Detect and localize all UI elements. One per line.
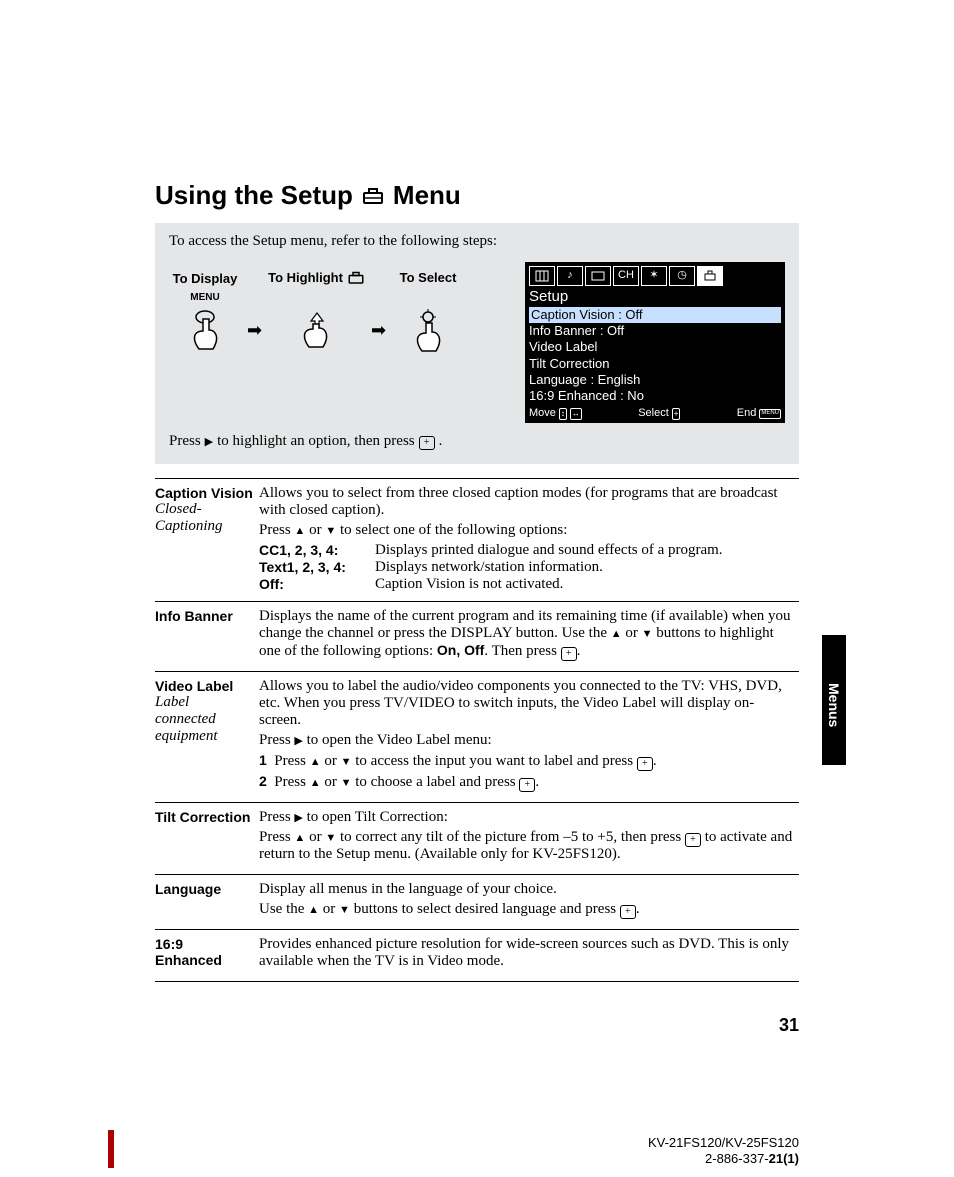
osd-title: Setup (529, 288, 781, 307)
arrow-up-icon: ▲ (310, 756, 321, 768)
row-label: Language (155, 881, 253, 897)
row-tilt-correction: Tilt Correction Press ▶ to open Tilt Cor… (155, 803, 799, 875)
arrow-down-icon: ▶ (205, 435, 213, 448)
press-instruction: Press ▶ to highlight an option, then pre… (169, 433, 785, 450)
footer-model: KV-21FS120/KV-25FS120 (648, 1135, 799, 1151)
row-desc: Allows you to label the audio/video comp… (259, 678, 795, 729)
osd-hint-move: Move↕↔ (529, 407, 582, 421)
osd-tab-icons: ♪ CH ✶ ◷ (529, 266, 781, 286)
row-language: Language Display all menus in the langua… (155, 875, 799, 930)
arrow-down-icon: ▼ (341, 777, 352, 789)
plus-button-icon: + (620, 905, 636, 919)
page-number: 31 (779, 1015, 799, 1036)
osd-preview: ♪ CH ✶ ◷ Setup Caption Vision : Off Info… (525, 262, 785, 423)
step-display-label: To Display (173, 271, 238, 286)
row-instruction: Press ▶ to open the Video Label menu: (259, 732, 795, 749)
hand-press-icon (183, 309, 227, 361)
osd-line-highlighted: Caption Vision : Off (529, 307, 781, 323)
row-desc: Display all menus in the language of you… (259, 881, 795, 898)
step-highlight-label: To Highlight (268, 270, 365, 285)
row-label: Video Label (155, 678, 253, 694)
plus-button-icon: + (685, 833, 701, 847)
step-select-label: To Select (400, 270, 457, 285)
setup-toolbox-icon (361, 187, 385, 205)
row-instruction: Use the ▲ or ▼ buttons to select desired… (259, 901, 795, 918)
osd-icon-timer: ◷ (669, 266, 695, 286)
row-video-label: Video Label Label connected equipment Al… (155, 672, 799, 803)
option-cc: CC1, 2, 3, 4:Displays printed dialogue a… (259, 542, 795, 559)
arrow-up-icon: ▲ (611, 628, 622, 640)
osd-icon-setup (697, 266, 723, 286)
row-info-banner: Info Banner Displays the name of the cur… (155, 602, 799, 672)
row-label: Info Banner (155, 608, 253, 624)
arrow-right-icon: ▶ (294, 812, 302, 824)
osd-icon-video (529, 266, 555, 286)
osd-icon-channel: CH (613, 266, 639, 286)
manual-page: Using the Setup Menu To access the Setup… (0, 0, 954, 1177)
settings-table: Caption Vision Closed-Captioning Allows … (155, 478, 799, 982)
section-tab: Menus (822, 635, 846, 765)
row-label: 16:9 Enhanced (155, 936, 253, 968)
osd-icon-audio: ♪ (557, 266, 583, 286)
osd-hint-end: EndMENU (737, 407, 781, 421)
plus-button-icon: + (519, 778, 535, 792)
title-pre: Using the Setup (155, 180, 353, 211)
red-edge-marker (108, 1130, 114, 1168)
row-desc: Displays the name of the current program… (259, 608, 795, 660)
arrow-right-icon: ▶ (294, 735, 302, 747)
option-text: Text1, 2, 3, 4:Displays network/station … (259, 559, 795, 576)
row-label: Tilt Correction (155, 809, 253, 825)
row-instruction: Press ▲ or ▼ to select one of the follow… (259, 522, 795, 539)
plus-button-icon: + (419, 436, 435, 450)
row-instruction: Press ▶ to open Tilt Correction: (259, 809, 795, 826)
plus-button-icon: + (637, 757, 653, 771)
osd-line: Tilt Correction (529, 356, 781, 372)
row-desc: Allows you to select from three closed c… (259, 485, 795, 519)
row-sublabel: Closed-Captioning (155, 501, 253, 535)
step-diagram: To Display MENU ➡ To Highlight (169, 262, 464, 361)
osd-line: 16:9 Enhanced : No (529, 388, 781, 404)
page-title: Using the Setup Menu (155, 180, 799, 211)
footer: KV-21FS120/KV-25FS120 2-886-337-21(1) (648, 1135, 799, 1168)
arrow-up-icon: ▲ (308, 904, 319, 916)
row-desc: Provides enhanced picture resolution for… (259, 936, 795, 970)
arrow-up-icon: ▲ (310, 777, 321, 789)
osd-line: Info Banner : Off (529, 323, 781, 339)
setup-toolbox-icon (347, 271, 365, 285)
plus-button-icon: + (561, 647, 577, 661)
row-label: Caption Vision (155, 485, 253, 501)
row-step-2: 2 Press ▲ or ▼ to choose a label and pre… (259, 773, 795, 791)
arrow-down-icon: ▼ (341, 756, 352, 768)
menu-button-label: MENU (190, 292, 219, 303)
arrow-down-icon: ▼ (325, 832, 336, 844)
title-post: Menu (393, 180, 461, 211)
row-desc: Press ▲ or ▼ to correct any tilt of the … (259, 829, 795, 863)
hand-move-icon (295, 309, 339, 361)
arrow-up-icon: ▲ (294, 525, 305, 537)
access-steps-box: To access the Setup menu, refer to the f… (155, 223, 799, 464)
osd-hint-select: Select+ (638, 407, 680, 421)
arrow-down-icon: ▼ (339, 904, 350, 916)
osd-line: Video Label (529, 339, 781, 355)
arrow-right-icon: ➡ (247, 290, 262, 341)
osd-icon-parent: ✶ (641, 266, 667, 286)
row-sublabel: Label connected equipment (155, 694, 253, 745)
intro-text: To access the Setup menu, refer to the f… (169, 233, 785, 250)
row-caption-vision: Caption Vision Closed-Captioning Allows … (155, 479, 799, 602)
hand-select-icon (406, 309, 450, 361)
option-off: Off:Caption Vision is not activated. (259, 576, 795, 593)
row-step-1: 1 Press ▲ or ▼ to access the input you w… (259, 752, 795, 770)
arrow-right-icon: ➡ (371, 290, 386, 341)
footer-code: 2-886-337-21(1) (648, 1151, 799, 1167)
osd-icon-screen (585, 266, 611, 286)
osd-line: Language : English (529, 372, 781, 388)
arrow-down-icon: ▼ (325, 525, 336, 537)
arrow-down-icon: ▼ (642, 628, 653, 640)
arrow-up-icon: ▲ (294, 832, 305, 844)
row-169-enhanced: 16:9 Enhanced Provides enhanced picture … (155, 930, 799, 982)
